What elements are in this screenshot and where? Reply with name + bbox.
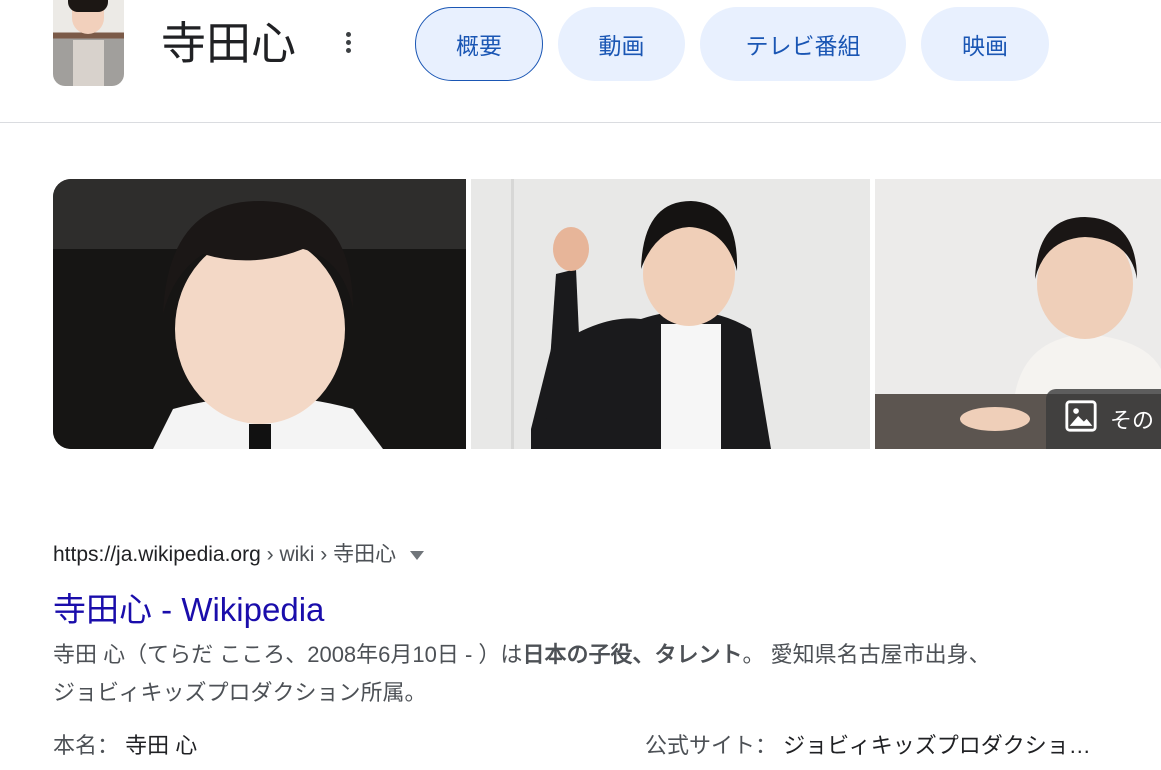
more-images-label: その <box>1110 408 1155 433</box>
more-options-icon[interactable] <box>338 30 358 60</box>
result-snippet: 寺田 心（てらだ こころ、2008年6月10日 - ）は日本の子役、タレント。 … <box>53 642 991 705</box>
official-site-link[interactable]: ジョビィキッズプロダクショ… <box>783 733 1091 758</box>
fact-official-site: 公式サイト： ジョビィキッズプロダクショ… <box>645 733 1091 758</box>
entity-title: 寺田心 <box>161 18 297 69</box>
result-url[interactable]: https://ja.wikipedia.org › wiki › 寺田心 <box>53 538 425 568</box>
image-carousel: その <box>53 179 1161 449</box>
entity-header: 寺田心 概要 動画 テレビ番組 映画 <box>0 0 1161 123</box>
tab-videos[interactable]: 動画 <box>558 7 685 81</box>
dropdown-arrow-icon[interactable] <box>410 550 425 560</box>
tab-overview[interactable]: 概要 <box>415 7 543 81</box>
image-thumbnail[interactable] <box>471 179 870 449</box>
avatar[interactable] <box>53 0 124 86</box>
more-images-button[interactable]: その <box>1046 389 1161 449</box>
result-title-link[interactable]: 寺田心 - Wikipedia <box>53 583 324 631</box>
url-host: https://ja.wikipedia.org <box>53 543 261 566</box>
image-icon <box>1064 399 1098 439</box>
tab-movies[interactable]: 映画 <box>921 7 1049 81</box>
fact-real-name: 本名： 寺田 心 <box>53 733 198 758</box>
tab-tv-shows[interactable]: テレビ番組 <box>700 7 906 81</box>
image-thumbnail[interactable] <box>53 179 466 449</box>
url-breadcrumb: › wiki › 寺田心 <box>260 543 397 566</box>
